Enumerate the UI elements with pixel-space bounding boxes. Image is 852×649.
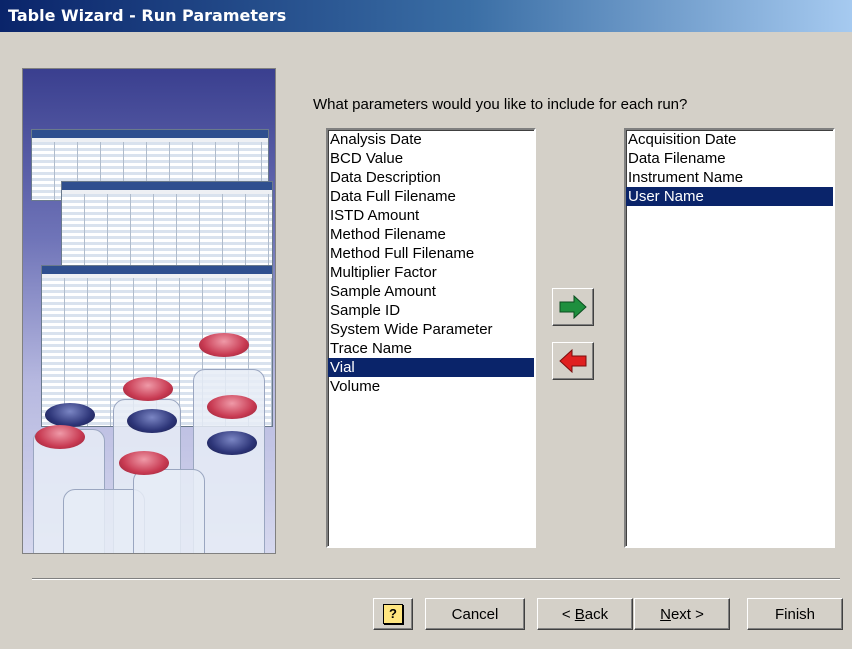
vial-cap-image xyxy=(119,451,169,475)
cancel-button-label: Cancel xyxy=(451,605,499,623)
list-item[interactable]: Instrument Name xyxy=(626,168,833,187)
vial-image xyxy=(133,469,205,553)
spreadsheet-image xyxy=(61,181,273,273)
list-item[interactable]: Trace Name xyxy=(328,339,534,358)
vial-cap-image xyxy=(45,403,95,427)
wizard-illustration xyxy=(22,68,276,554)
green-right-arrow-icon xyxy=(559,295,587,319)
list-item[interactable]: Method Full Filename xyxy=(328,244,534,263)
next-button-label: ext > xyxy=(670,605,704,623)
list-item[interactable]: Method Filename xyxy=(328,225,534,244)
finish-button[interactable]: Finish xyxy=(747,598,843,630)
list-item[interactable]: Data Full Filename xyxy=(328,187,534,206)
title-bar: Table Wizard - Run Parameters xyxy=(0,0,852,32)
list-item[interactable]: BCD Value xyxy=(328,149,534,168)
vial-cap-image xyxy=(207,395,257,419)
back-button-accelerator: B xyxy=(574,605,585,623)
next-button[interactable]: Next > xyxy=(634,598,730,630)
remove-parameter-button[interactable] xyxy=(552,342,594,380)
back-button-label: ack xyxy=(584,605,609,623)
help-button[interactable]: ? xyxy=(373,598,413,630)
vial-cap-image xyxy=(207,431,257,455)
vial-cap-image xyxy=(127,409,177,433)
list-item[interactable]: ISTD Amount xyxy=(328,206,534,225)
list-item[interactable]: Vial xyxy=(328,358,534,377)
list-item[interactable]: Multiplier Factor xyxy=(328,263,534,282)
vial-cap-image xyxy=(35,425,85,449)
window-title: Table Wizard - Run Parameters xyxy=(8,6,287,25)
next-button-accelerator: N xyxy=(660,605,671,623)
available-parameters-list[interactable]: Analysis Date BCD Value Data Description Da… xyxy=(326,128,536,548)
list-item[interactable]: Sample Amount xyxy=(328,282,534,301)
instruction-text: What parameters would you like to includ… xyxy=(313,96,688,113)
vial-cap-image xyxy=(123,377,173,401)
list-item[interactable]: Data Filename xyxy=(626,149,833,168)
list-item[interactable]: User Name xyxy=(626,187,833,206)
list-item[interactable]: System Wide Parameter xyxy=(328,320,534,339)
back-button[interactable]: < Back xyxy=(537,598,633,630)
list-item[interactable]: Acquisition Date xyxy=(626,130,833,149)
list-item[interactable]: Sample ID xyxy=(328,301,534,320)
included-parameters-list[interactable]: Acquisition Date Data Filename Instrument … xyxy=(624,128,835,548)
add-parameter-button[interactable] xyxy=(552,288,594,326)
finish-button-label: Finish xyxy=(774,605,815,623)
list-item[interactable]: Volume xyxy=(328,377,534,396)
list-item[interactable]: Data Description xyxy=(328,168,534,187)
vial-cap-image xyxy=(199,333,249,357)
separator xyxy=(32,578,840,580)
help-icon: ? xyxy=(383,604,403,624)
red-left-arrow-icon xyxy=(559,349,587,373)
back-button-prefix: < xyxy=(561,605,575,623)
list-item[interactable]: Analysis Date xyxy=(328,130,534,149)
cancel-button[interactable]: Cancel xyxy=(425,598,525,630)
